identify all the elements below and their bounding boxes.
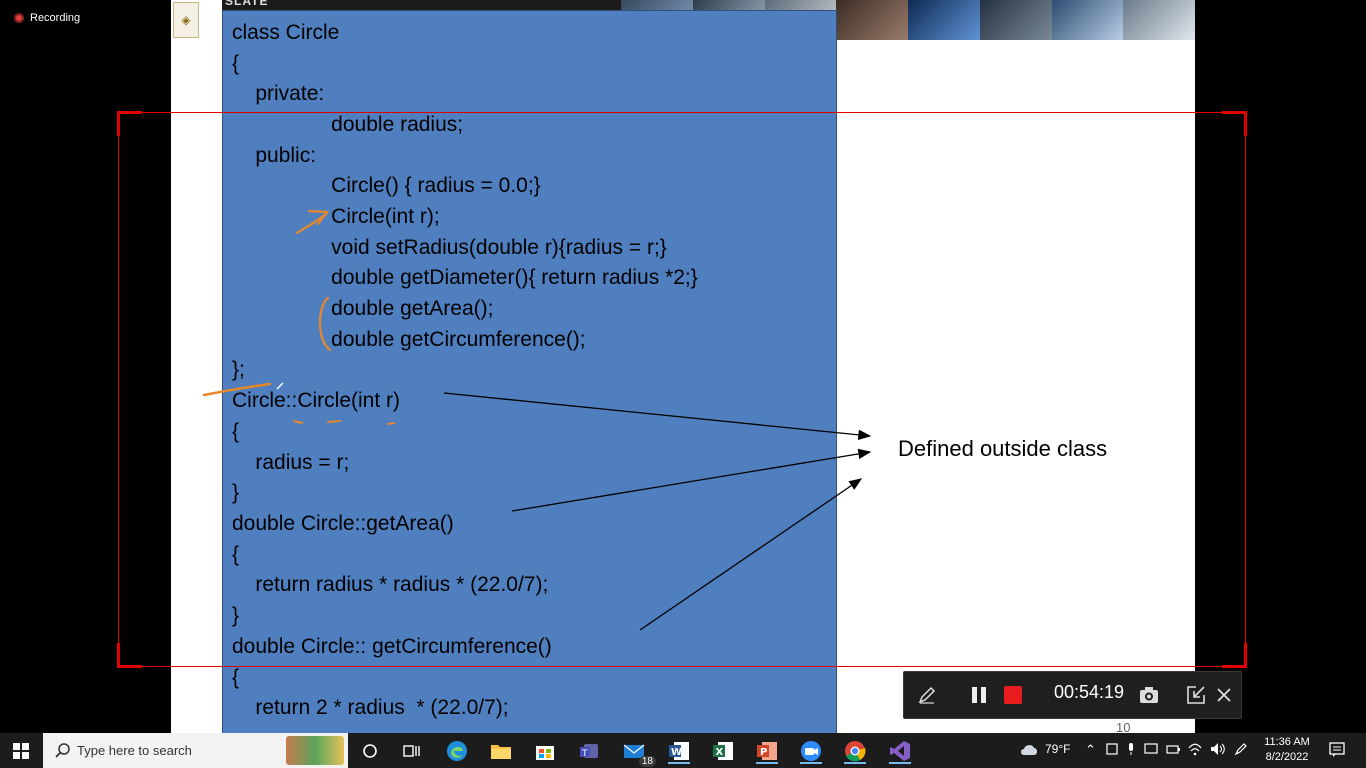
volume-icon (1211, 743, 1225, 755)
svg-text:X: X (716, 747, 724, 758)
task-view-icon (403, 745, 420, 757)
edge-button[interactable] (444, 738, 470, 764)
close-icon (1217, 688, 1231, 702)
search-icon (55, 742, 70, 758)
svg-text:P: P (760, 747, 767, 758)
chrome-button[interactable] (842, 738, 868, 764)
pen-dash-1 (293, 420, 303, 424)
pen-dash-3 (387, 422, 395, 425)
arrow-2 (511, 448, 872, 512)
powerpoint-icon: P (757, 742, 777, 760)
minimize-button[interactable] (1184, 682, 1208, 708)
weather-widget[interactable]: 79°F (1019, 742, 1070, 756)
pen-bracket-mark (319, 296, 332, 352)
microphone-icon (1129, 743, 1133, 755)
zoom-icon (801, 741, 821, 761)
stop-button[interactable] (1001, 682, 1025, 708)
arrow-1 (443, 392, 872, 440)
clock[interactable]: 11:36 AM 8/2/2022 (1262, 735, 1312, 765)
windows-logo-icon (13, 742, 29, 759)
stop-icon (1004, 686, 1022, 704)
pen-workspace-icon (1234, 743, 1247, 756)
notifications-button[interactable] (1329, 742, 1345, 763)
taskbar-search-box[interactable]: Type here to search (43, 733, 348, 768)
store-icon (536, 746, 554, 760)
search-placeholder: Type here to search (77, 743, 192, 758)
arrow-3 (639, 478, 863, 631)
chrome-icon (845, 741, 866, 762)
cortana-button[interactable] (357, 738, 383, 764)
word-icon: W (669, 742, 689, 760)
store-button[interactable] (532, 738, 558, 764)
clock-time: 11:36 AM (1264, 736, 1310, 748)
system-tray-icons (1106, 742, 1248, 756)
display-icon (1144, 743, 1158, 754)
word-button[interactable]: W (666, 738, 692, 764)
excel-button[interactable]: X (710, 738, 736, 764)
notification-icon (1329, 742, 1345, 757)
powerpoint-button[interactable]: P (754, 738, 780, 764)
mail-button[interactable]: 18 (622, 738, 656, 767)
battery-icon (1166, 745, 1180, 754)
close-button[interactable] (1212, 682, 1236, 708)
pen-underline-mark (202, 382, 272, 397)
mail-badge: 18 (638, 756, 656, 767)
wifi-icon (1188, 743, 1202, 756)
pause-icon (972, 687, 986, 703)
folder-icon (491, 745, 511, 759)
teams-icon: T (580, 744, 598, 759)
edge-icon (447, 741, 467, 761)
show-hidden-icons-button[interactable]: ⌃ (1085, 742, 1096, 758)
pen-dash-2 (327, 420, 341, 423)
excel-icon: X (713, 742, 733, 760)
svg-text:W: W (671, 747, 682, 758)
minimize-icon (1187, 686, 1205, 704)
visual-studio-button[interactable] (887, 738, 913, 764)
meet-now-icon (1106, 743, 1118, 755)
screenshot-button[interactable] (1137, 682, 1161, 708)
pen-arrow-mark (295, 209, 330, 235)
recording-timer: 00:54:19 (1054, 682, 1125, 702)
file-explorer-button[interactable] (488, 738, 514, 764)
start-button[interactable] (0, 733, 42, 768)
teams-button[interactable]: T (577, 738, 603, 764)
pen-cursor-icon (276, 382, 284, 390)
camera-icon (1140, 687, 1158, 703)
cortana-icon (363, 744, 377, 758)
task-view-button[interactable] (399, 738, 425, 764)
pen-icon (918, 686, 936, 704)
search-highlight-image (286, 736, 344, 765)
pause-button[interactable] (967, 682, 991, 708)
recorder-toolbar: 00:54:19 (903, 671, 1242, 719)
svg-text:T: T (581, 749, 588, 759)
zoom-button[interactable] (798, 738, 824, 764)
taskbar: Type here to search T 18 W X P 79°F ⌃ 11… (0, 733, 1366, 768)
weather-temp: 79°F (1045, 742, 1071, 756)
cloud-icon (1021, 745, 1037, 755)
pen-button[interactable] (914, 682, 940, 708)
visual-studio-icon (890, 741, 910, 761)
clock-date: 8/2/2022 (1265, 751, 1309, 763)
annotation-overlay (202, 209, 872, 631)
chevron-up-icon: ⌃ (1085, 742, 1096, 757)
